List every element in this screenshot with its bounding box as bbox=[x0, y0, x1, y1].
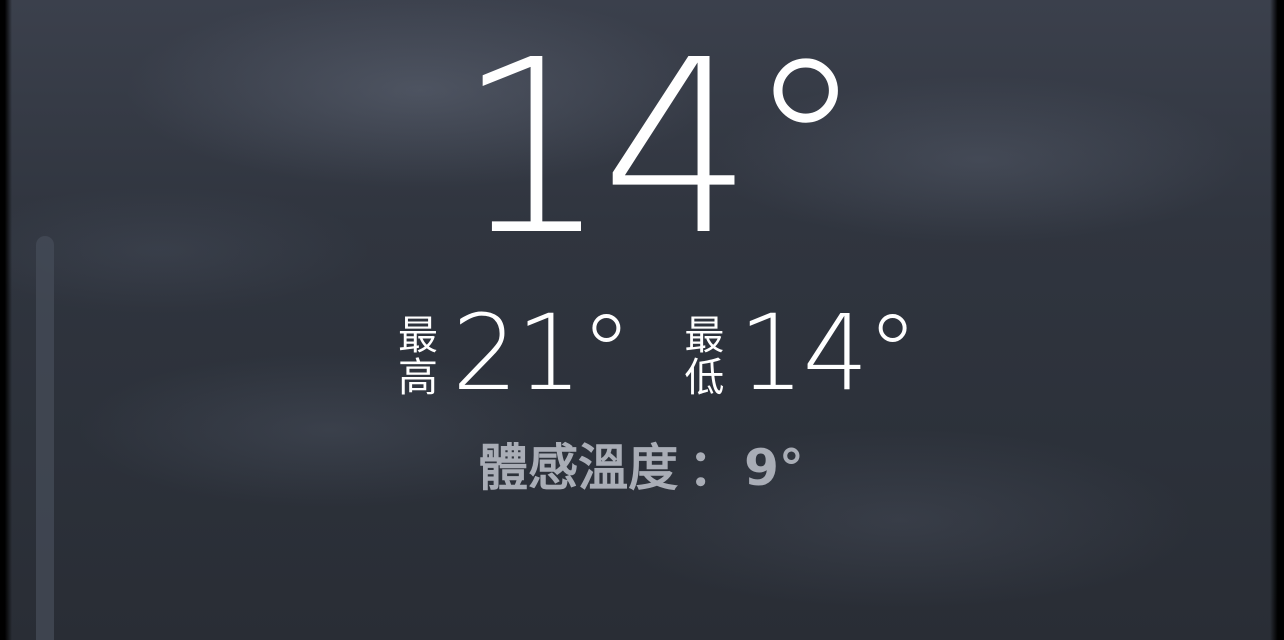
high-label-char-2: 高 bbox=[398, 355, 438, 401]
feels-like-value: 9° bbox=[744, 439, 804, 497]
weather-screen: 14° 最 高 21° 最 低 14° 體感溫度： 9° bbox=[0, 0, 1284, 640]
low-label-char-1: 最 bbox=[684, 313, 725, 359]
feels-like-row: 體感溫度： 9° bbox=[0, 436, 1284, 500]
low-label-char-2: 低 bbox=[684, 355, 725, 401]
current-temperature: 14° bbox=[456, 8, 865, 288]
low-temperature: 14° bbox=[738, 292, 918, 414]
feels-like-label: 體感溫度 bbox=[478, 439, 679, 497]
high-label-char-1: 最 bbox=[398, 313, 438, 359]
low-label: 最 低 bbox=[684, 315, 724, 399]
high-temperature: 21° bbox=[452, 292, 632, 414]
high-low-row: 最 高 21° 最 低 14° bbox=[398, 292, 919, 414]
high-label: 最 高 bbox=[398, 315, 438, 399]
feels-like-separator: ： bbox=[688, 439, 739, 497]
